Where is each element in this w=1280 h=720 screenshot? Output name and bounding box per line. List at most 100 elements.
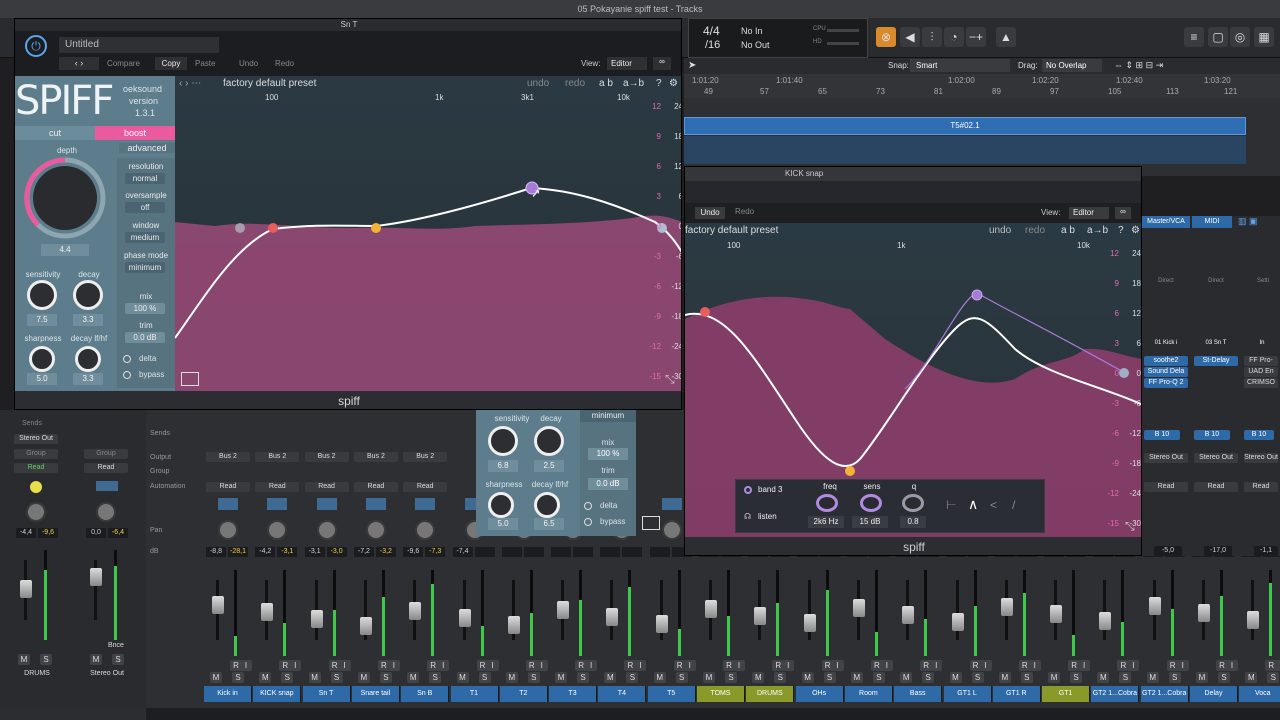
mute-button[interactable]: M [801, 672, 814, 683]
cycle-icon[interactable]: ⊗ [876, 27, 896, 47]
sensitivity-value[interactable]: 7.5 [27, 314, 57, 326]
cut-mode-tab[interactable]: cut [15, 126, 95, 140]
phase-mode-select[interactable]: minimum [125, 262, 165, 273]
advanced-tab[interactable]: advanced [119, 143, 175, 153]
band-select-radio[interactable] [744, 486, 752, 494]
sensitivity-knob[interactable] [488, 426, 518, 456]
solo-button[interactable]: S [379, 672, 392, 683]
fader[interactable] [1000, 598, 1013, 616]
solo-button[interactable]: S [281, 672, 294, 683]
solo-button[interactable]: S [1168, 672, 1181, 683]
insert-slot[interactable]: FF Pro-Q 2 [1144, 378, 1188, 388]
loops-icon[interactable]: ◎ [1230, 27, 1250, 47]
settings-icon[interactable]: ⚙ [1131, 225, 1140, 236]
input-button[interactable]: I [979, 660, 992, 671]
solo-button[interactable]: S [626, 672, 639, 683]
fader[interactable] [1050, 605, 1063, 623]
power-icon[interactable]: ⏻ [25, 35, 47, 57]
display-toggle-icon[interactable] [642, 516, 660, 530]
plugin-window-sn-t[interactable]: Sn T ⏻ Untitled ‹ › Compare Copy Paste U… [14, 18, 682, 410]
automation-slot[interactable]: Read [353, 482, 398, 492]
preset-name[interactable]: factory default preset [685, 225, 778, 236]
output-slot[interactable]: Bus 2 [206, 452, 250, 462]
insert-slot[interactable]: CRIMSO [1244, 378, 1278, 388]
fader[interactable] [507, 616, 520, 634]
q-knob[interactable] [902, 494, 924, 512]
band-panel[interactable]: band 3 ☊ listen freq 2k6 Hz sens 15 dB q… [735, 479, 1045, 533]
ab-toggle[interactable]: a b [1061, 225, 1075, 236]
sharpness-knob[interactable] [29, 346, 55, 372]
tab-master-vca[interactable]: Master/VCA [1142, 216, 1190, 228]
fader[interactable] [1198, 604, 1210, 622]
pan-knob[interactable] [365, 520, 386, 540]
graph-redo[interactable]: redo [1025, 225, 1045, 236]
insert-slot[interactable]: St-Delay [1194, 356, 1238, 366]
browser-icon[interactable]: ▦ [1254, 27, 1274, 47]
pan-knob[interactable] [661, 520, 682, 540]
output-slot[interactable]: Stereo Out [1194, 453, 1238, 463]
tuner-icon[interactable]: ◔ [944, 27, 964, 47]
phase-mode-select[interactable]: minimum [580, 410, 636, 422]
trim-value[interactable]: 0.0 dB [125, 332, 165, 343]
mute-button[interactable]: M [998, 672, 1011, 683]
automation-slot[interactable]: Read [206, 482, 250, 492]
solo-button[interactable]: S [1218, 672, 1230, 683]
automation-slot[interactable]: Read [84, 463, 128, 473]
insert-slot[interactable]: FF Pro- [1244, 356, 1278, 366]
decay-value[interactable]: 3.3 [73, 314, 103, 326]
fader[interactable] [20, 580, 32, 598]
pointer-tool-icon[interactable]: ➤ [688, 60, 696, 71]
mute-button[interactable]: M [703, 672, 715, 683]
pan-knob[interactable] [96, 502, 116, 522]
input-button[interactable]: I [733, 660, 745, 671]
input-button[interactable]: I [683, 660, 696, 671]
replace-icon[interactable]: −+ [966, 27, 986, 47]
sharpness-knob[interactable] [488, 492, 514, 518]
mixer-icon[interactable]: ⫶ [922, 27, 942, 47]
solo-button[interactable]: S [1020, 672, 1033, 683]
solo-button[interactable]: S [823, 672, 836, 683]
copy-button[interactable]: Copy [155, 57, 187, 70]
input-button[interactable]: I [634, 660, 647, 671]
mute-button[interactable]: M [308, 672, 321, 683]
pan-knob[interactable] [316, 520, 337, 540]
undo-button[interactable]: Undo [695, 207, 725, 219]
solo-button[interactable]: S [872, 672, 885, 683]
solo-button[interactable]: S [725, 672, 737, 683]
output-slot[interactable]: Bus 2 [255, 452, 300, 462]
sensitivity-knob[interactable] [27, 280, 57, 310]
list-icon[interactable]: ≡ [1184, 27, 1204, 47]
insert-slot[interactable]: UAD En [1244, 367, 1278, 377]
prev-next-arrows[interactable]: ‹ › [59, 57, 99, 70]
input-button[interactable]: I [387, 660, 400, 671]
compare-button[interactable]: Compare [107, 59, 140, 68]
pan-knob[interactable] [267, 520, 288, 540]
oversample-select[interactable]: off [125, 202, 165, 213]
graph-undo[interactable]: undo [989, 225, 1011, 236]
fader[interactable] [803, 614, 816, 632]
mute-button[interactable]: M [1196, 672, 1208, 683]
input-button[interactable]: I [1176, 660, 1189, 671]
solo-button[interactable]: S [1119, 672, 1132, 683]
preset-select[interactable]: Untitled [59, 37, 219, 53]
mixer-scrollbar[interactable] [146, 708, 1280, 720]
low-shelf-icon[interactable]: ⊢ [946, 498, 956, 512]
output-slot[interactable]: Bus 2 [353, 452, 398, 462]
mute-button[interactable]: M [1097, 672, 1110, 683]
solo-button[interactable]: S [40, 654, 52, 665]
fader[interactable] [90, 568, 102, 586]
fader[interactable] [1247, 611, 1260, 629]
delta-radio[interactable] [123, 355, 131, 363]
solo-button[interactable]: S [478, 672, 491, 683]
audio-region[interactable]: T5#02.1 [684, 117, 1246, 135]
freq-value[interactable]: 2k6 Hz [808, 516, 844, 528]
depth-knob[interactable] [23, 156, 107, 240]
mute-button[interactable]: M [949, 672, 962, 683]
window-select[interactable]: medium [125, 232, 165, 243]
solo-button[interactable]: S [429, 672, 442, 683]
resolution-select[interactable]: normal [125, 173, 165, 184]
paste-button[interactable]: Paste [195, 59, 215, 68]
decay-knob[interactable] [534, 426, 564, 456]
automation-slot[interactable]: Read [255, 482, 300, 492]
mute-button[interactable]: M [555, 672, 568, 683]
